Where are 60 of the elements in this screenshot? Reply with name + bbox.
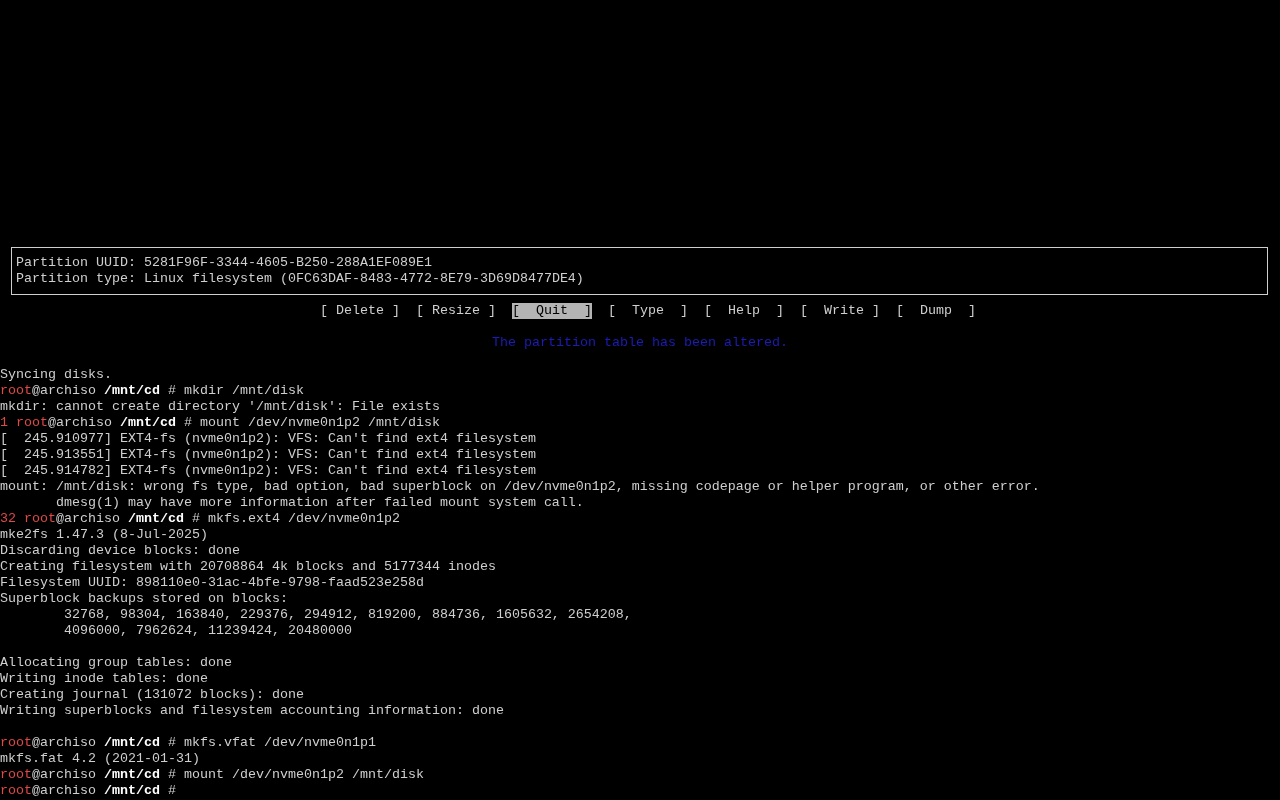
output-line: [ 245.913551] EXT4-fs (nvme0n1p2): VFS: Can't find ext4 filesystem bbox=[0, 447, 536, 462]
prompt-host: @archiso bbox=[48, 415, 112, 430]
prompt-cwd: /mnt/cd bbox=[120, 415, 176, 430]
prompt-symbol: # bbox=[168, 383, 176, 398]
exit-status: 1 bbox=[0, 415, 8, 430]
partition-info-text: Partition type: Linux filesystem (0FC63DAF-8483-4772-8E79-3D69D8477DE4) bbox=[16, 271, 584, 286]
output-line: 32768, 98304, 163840, 229376, 294912, 819200, 884736, 1605632, 2654208, bbox=[63, 607, 632, 622]
menu-button[interactable]: [ Delete ] bbox=[320, 303, 401, 319]
output-line: mount: /mnt/disk: wrong fs type, bad option, bad superblock on /dev/nvme0n1p2, missing codepage or helper program, or other error. bbox=[0, 479, 1040, 494]
output-line: [ 245.914782] EXT4-fs (nvme0n1p2): VFS: Can't find ext4 filesystem bbox=[0, 463, 536, 478]
output-line: mke2fs 1.47.3 (8-Jul-2025) bbox=[0, 527, 208, 542]
output-line: 4096000, 7962624, 11239424, 20480000 bbox=[63, 623, 352, 638]
prompt-host: @archiso bbox=[32, 383, 96, 398]
menu-button[interactable]: [ Dump ] bbox=[895, 303, 976, 319]
output-line: Discarding device blocks: done bbox=[0, 543, 240, 558]
prompt-host: @archiso bbox=[32, 735, 96, 750]
menu-button[interactable]: [ Write ] bbox=[799, 303, 880, 319]
prompt-cwd: /mnt/cd bbox=[104, 783, 160, 798]
prompt-symbol: # bbox=[184, 415, 192, 430]
output-line: Writing inode tables: done bbox=[0, 671, 208, 686]
prompt-host: @archiso bbox=[32, 767, 96, 782]
prompt-symbol: # bbox=[192, 511, 200, 526]
output-line: dmesg(1) may have more information after failed mount system call. bbox=[55, 495, 584, 510]
menu-button[interactable]: [ Help ] bbox=[703, 303, 784, 319]
prompt-cwd: /mnt/cd bbox=[128, 511, 184, 526]
prompt-user: root bbox=[16, 415, 48, 430]
output-line: mkdir: cannot create directory '/mnt/disk': File exists bbox=[0, 399, 440, 414]
prompt-symbol: # bbox=[168, 783, 176, 798]
partition-info-text: Partition UUID: 5281F96F-3344-4605-B250-288A1EF089E1 bbox=[16, 255, 432, 270]
output-line: Superblock backups stored on blocks: bbox=[0, 591, 288, 606]
status-message: The partition table has been altered. bbox=[492, 335, 788, 351]
menu-button[interactable]: [ Resize ] bbox=[416, 303, 497, 319]
prompt-user: root bbox=[0, 783, 32, 798]
prompt-symbol: # bbox=[168, 735, 176, 750]
prompt-host: @archiso bbox=[56, 511, 120, 526]
menu-button[interactable]: [ Type ] bbox=[608, 303, 688, 319]
prompt-user: root bbox=[24, 511, 56, 526]
output-line: Writing superblocks and filesystem accounting information: done bbox=[0, 703, 504, 718]
prompt-cwd: /mnt/cd bbox=[104, 383, 160, 398]
command-text: mkfs.ext4 /dev/nvme0n1p2 bbox=[208, 511, 400, 526]
output-line: Allocating group tables: done bbox=[0, 655, 232, 670]
prompt-user: root bbox=[0, 383, 32, 398]
menu-button[interactable]: [ Quit ] bbox=[512, 303, 592, 319]
prompt-cwd: /mnt/cd bbox=[104, 767, 160, 782]
output-line: [ 245.910977] EXT4-fs (nvme0n1p2): VFS: Can't find ext4 filesystem bbox=[0, 431, 536, 446]
output-line: Filesystem UUID: 898110e0-31ac-4bfe-9798-faad523e258d bbox=[0, 575, 424, 590]
output-line: Creating filesystem with 20708864 4k blocks and 5177344 inodes bbox=[0, 559, 496, 574]
prompt-cwd: /mnt/cd bbox=[104, 735, 160, 750]
prompt-user: root bbox=[0, 767, 32, 782]
prompt-host: @archiso bbox=[32, 783, 96, 798]
command-text: mkfs.vfat /dev/nvme0n1p1 bbox=[184, 735, 376, 750]
exit-status: 32 bbox=[0, 511, 16, 526]
command-text: mount /dev/nvme0n1p2 /mnt/disk bbox=[200, 415, 440, 430]
prompt-user: root bbox=[0, 735, 32, 750]
output-line: mkfs.fat 4.2 (2021-01-31) bbox=[0, 751, 200, 766]
command-text: mkdir /mnt/disk bbox=[184, 383, 304, 398]
output-line: Syncing disks. bbox=[0, 367, 112, 382]
command-text: mount /dev/nvme0n1p2 /mnt/disk bbox=[184, 767, 424, 782]
prompt-symbol: # bbox=[168, 767, 176, 782]
output-line: Creating journal (131072 blocks): done bbox=[0, 687, 304, 702]
